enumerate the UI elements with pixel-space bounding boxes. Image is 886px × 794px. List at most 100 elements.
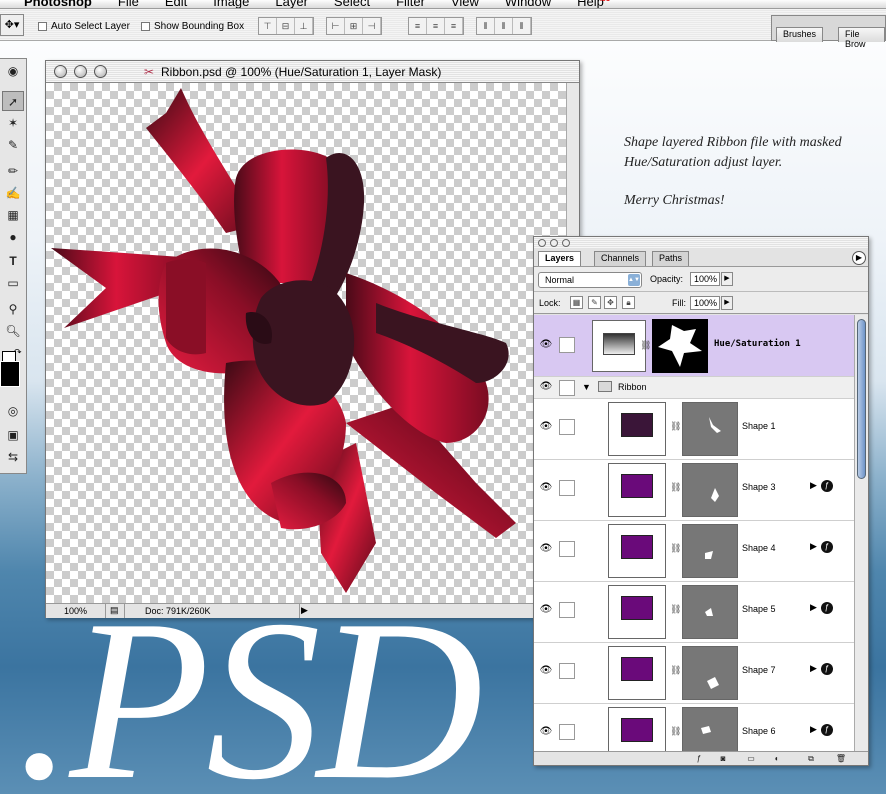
distribute-right-icon[interactable]: ⫴: [513, 18, 531, 34]
screen-mode-icon[interactable]: ▣: [2, 425, 24, 445]
foreground-color-swatch[interactable]: [0, 361, 20, 387]
chain-link-icon[interactable]: ⛓: [670, 543, 681, 554]
layer-mask-link-state-icon[interactable]: [559, 337, 575, 353]
chevron-down-icon[interactable]: ▲▼: [628, 274, 640, 286]
vector-mask-thumbnail-icon[interactable]: [682, 646, 738, 700]
align-top-icon[interactable]: ⊤: [259, 18, 277, 34]
gradient-tool-icon[interactable]: ▦: [2, 205, 24, 225]
layer-shape-6[interactable]: 👁︎ ⛓ Shape 6 ▶ ƒ: [534, 704, 854, 751]
close-window-icon[interactable]: [54, 65, 67, 78]
eye-icon[interactable]: 👁︎: [538, 543, 554, 554]
healing-brush-icon[interactable]: ✎: [2, 135, 24, 155]
distribute-vcenter-icon[interactable]: ≡: [427, 18, 445, 34]
menu-app-photoshop[interactable]: Photoshop: [24, 0, 92, 8]
lock-image-icon[interactable]: ✎: [588, 296, 601, 309]
eye-icon[interactable]: 👁︎: [538, 604, 554, 615]
move-tool-icon[interactable]: ➚: [2, 91, 24, 111]
layer-effects-indicator[interactable]: ▶ ƒ: [810, 724, 833, 736]
lock-transparency-icon[interactable]: ▦: [570, 296, 583, 309]
document-title-bar[interactable]: ✂ Ribbon.psd @ 100% (Hue/Saturation 1, L…: [46, 61, 579, 83]
layers-palette-title-bar[interactable]: [534, 237, 868, 249]
vector-mask-thumbnail-icon[interactable]: [682, 524, 738, 578]
palette-tab-file-browser[interactable]: File Brow: [838, 27, 885, 49]
chain-link-icon[interactable]: ⛓: [640, 340, 651, 351]
new-adjustment-layer-icon[interactable]: ◐: [770, 753, 784, 765]
menu-layer[interactable]: Layer: [275, 0, 308, 8]
blend-mode-select[interactable]: Normal ▲▼: [538, 272, 642, 288]
distribute-bottom-icon[interactable]: ≡: [445, 18, 463, 34]
auto-select-checkbox[interactable]: Auto Select Layer: [38, 21, 130, 32]
type-tool-icon[interactable]: T: [2, 251, 24, 271]
layer-shape-1[interactable]: 👁︎ ⛓ Shape 1: [534, 399, 854, 460]
checkbox-box[interactable]: [38, 22, 47, 31]
eyedropper-icon[interactable]: ⚲: [2, 299, 24, 319]
layer-link-state-icon[interactable]: [559, 380, 575, 396]
effects-icon[interactable]: ƒ: [820, 602, 833, 614]
align-hcenter-icon[interactable]: ⊞: [345, 18, 363, 34]
eye-icon[interactable]: 👁︎: [538, 339, 554, 350]
eye-icon[interactable]: 👁︎: [538, 665, 554, 676]
layers-vertical-scrollbar[interactable]: [854, 315, 868, 751]
vector-mask-thumbnail-icon[interactable]: [682, 707, 738, 751]
chain-link-icon[interactable]: ⛓: [670, 665, 681, 676]
tool-preset-picker[interactable]: ✥▾: [0, 14, 24, 36]
effects-icon[interactable]: ƒ: [820, 663, 833, 675]
opacity-slider-arrow-icon[interactable]: ▶: [721, 272, 733, 286]
trash-icon[interactable]: 🗑︎: [834, 753, 848, 765]
zoom-tool-icon[interactable]: 🔍︎: [2, 321, 24, 341]
distribute-top-icon[interactable]: ≡: [409, 18, 427, 34]
triangle-down-icon[interactable]: ▼: [582, 382, 591, 392]
align-vcenter-icon[interactable]: ⊟: [277, 18, 295, 34]
layer-effects-indicator[interactable]: ▶ ƒ: [810, 480, 833, 492]
scrollbar-thumb[interactable]: [857, 319, 866, 479]
chain-link-icon[interactable]: ⛓: [670, 482, 681, 493]
distribute-left-icon[interactable]: ⫴: [477, 18, 495, 34]
align-left-icon[interactable]: ⊢: [327, 18, 345, 34]
burn-tool-icon[interactable]: ●: [2, 227, 24, 247]
menu-image[interactable]: Image: [213, 0, 249, 8]
tab-layers[interactable]: Layers: [538, 251, 582, 266]
layer-effects-indicator[interactable]: ▶ ƒ: [810, 602, 833, 614]
eye-icon[interactable]: 👁︎: [538, 381, 554, 392]
history-brush-icon[interactable]: ✍: [2, 183, 24, 203]
menu-filter[interactable]: Filter: [396, 0, 425, 8]
new-layer-icon[interactable]: ⧉: [804, 753, 818, 765]
checkbox-box[interactable]: [141, 22, 150, 31]
menu-edit[interactable]: Edit: [165, 0, 187, 8]
menu-file[interactable]: File: [118, 0, 139, 8]
effects-icon[interactable]: ƒ: [820, 724, 833, 736]
layer-group-ribbon[interactable]: 👁︎ ▼ Ribbon: [534, 377, 854, 399]
magic-wand-icon[interactable]: ✶: [2, 113, 24, 133]
layer-shape-4[interactable]: 👁︎ ⛓ Shape 4 ▶ ƒ: [534, 521, 854, 582]
canvas[interactable]: [46, 83, 566, 603]
effects-icon[interactable]: ƒ: [820, 541, 833, 553]
distribute-hcenter-icon[interactable]: ⫴: [495, 18, 513, 34]
minimize-window-icon[interactable]: [74, 65, 87, 78]
layer-link-state-icon[interactable]: [559, 602, 575, 618]
swap-colors-icon[interactable]: ↷: [14, 347, 22, 358]
menu-window[interactable]: Window: [505, 0, 551, 8]
eye-icon[interactable]: 👁︎: [538, 482, 554, 493]
chain-link-icon[interactable]: ⛓: [670, 604, 681, 615]
lock-position-icon[interactable]: ✥: [604, 296, 617, 309]
brush-tool-icon[interactable]: ✏: [2, 161, 24, 181]
chain-link-icon[interactable]: ⛓: [670, 726, 681, 737]
add-mask-icon[interactable]: ◙: [716, 753, 730, 765]
add-layer-style-icon[interactable]: ƒ: [692, 753, 706, 765]
jump-to-imageready-icon[interactable]: ⇆: [2, 447, 24, 467]
fill-field[interactable]: 100%: [690, 296, 720, 310]
layer-shape-7[interactable]: 👁︎ ⛓ Shape 7 ▶ ƒ: [534, 643, 854, 704]
adobe-eye-icon[interactable]: ◉: [2, 61, 24, 81]
menu-select[interactable]: Select: [334, 0, 370, 8]
layer-hue-saturation[interactable]: 👁︎ ⛓ Hue/Saturation 1: [534, 315, 854, 377]
lock-all-icon[interactable]: 🔒︎: [622, 296, 635, 309]
align-bottom-icon[interactable]: ⊥: [295, 18, 313, 34]
palette-close-icon[interactable]: [538, 239, 546, 247]
layer-effects-indicator[interactable]: ▶ ƒ: [810, 663, 833, 675]
palette-minimize-icon[interactable]: [550, 239, 558, 247]
tab-channels[interactable]: Channels: [594, 251, 647, 266]
tab-paths[interactable]: Paths: [652, 251, 690, 266]
vector-mask-thumbnail-icon[interactable]: [682, 463, 738, 517]
eye-icon[interactable]: 👁︎: [538, 726, 554, 737]
zoom-window-icon[interactable]: [94, 65, 107, 78]
